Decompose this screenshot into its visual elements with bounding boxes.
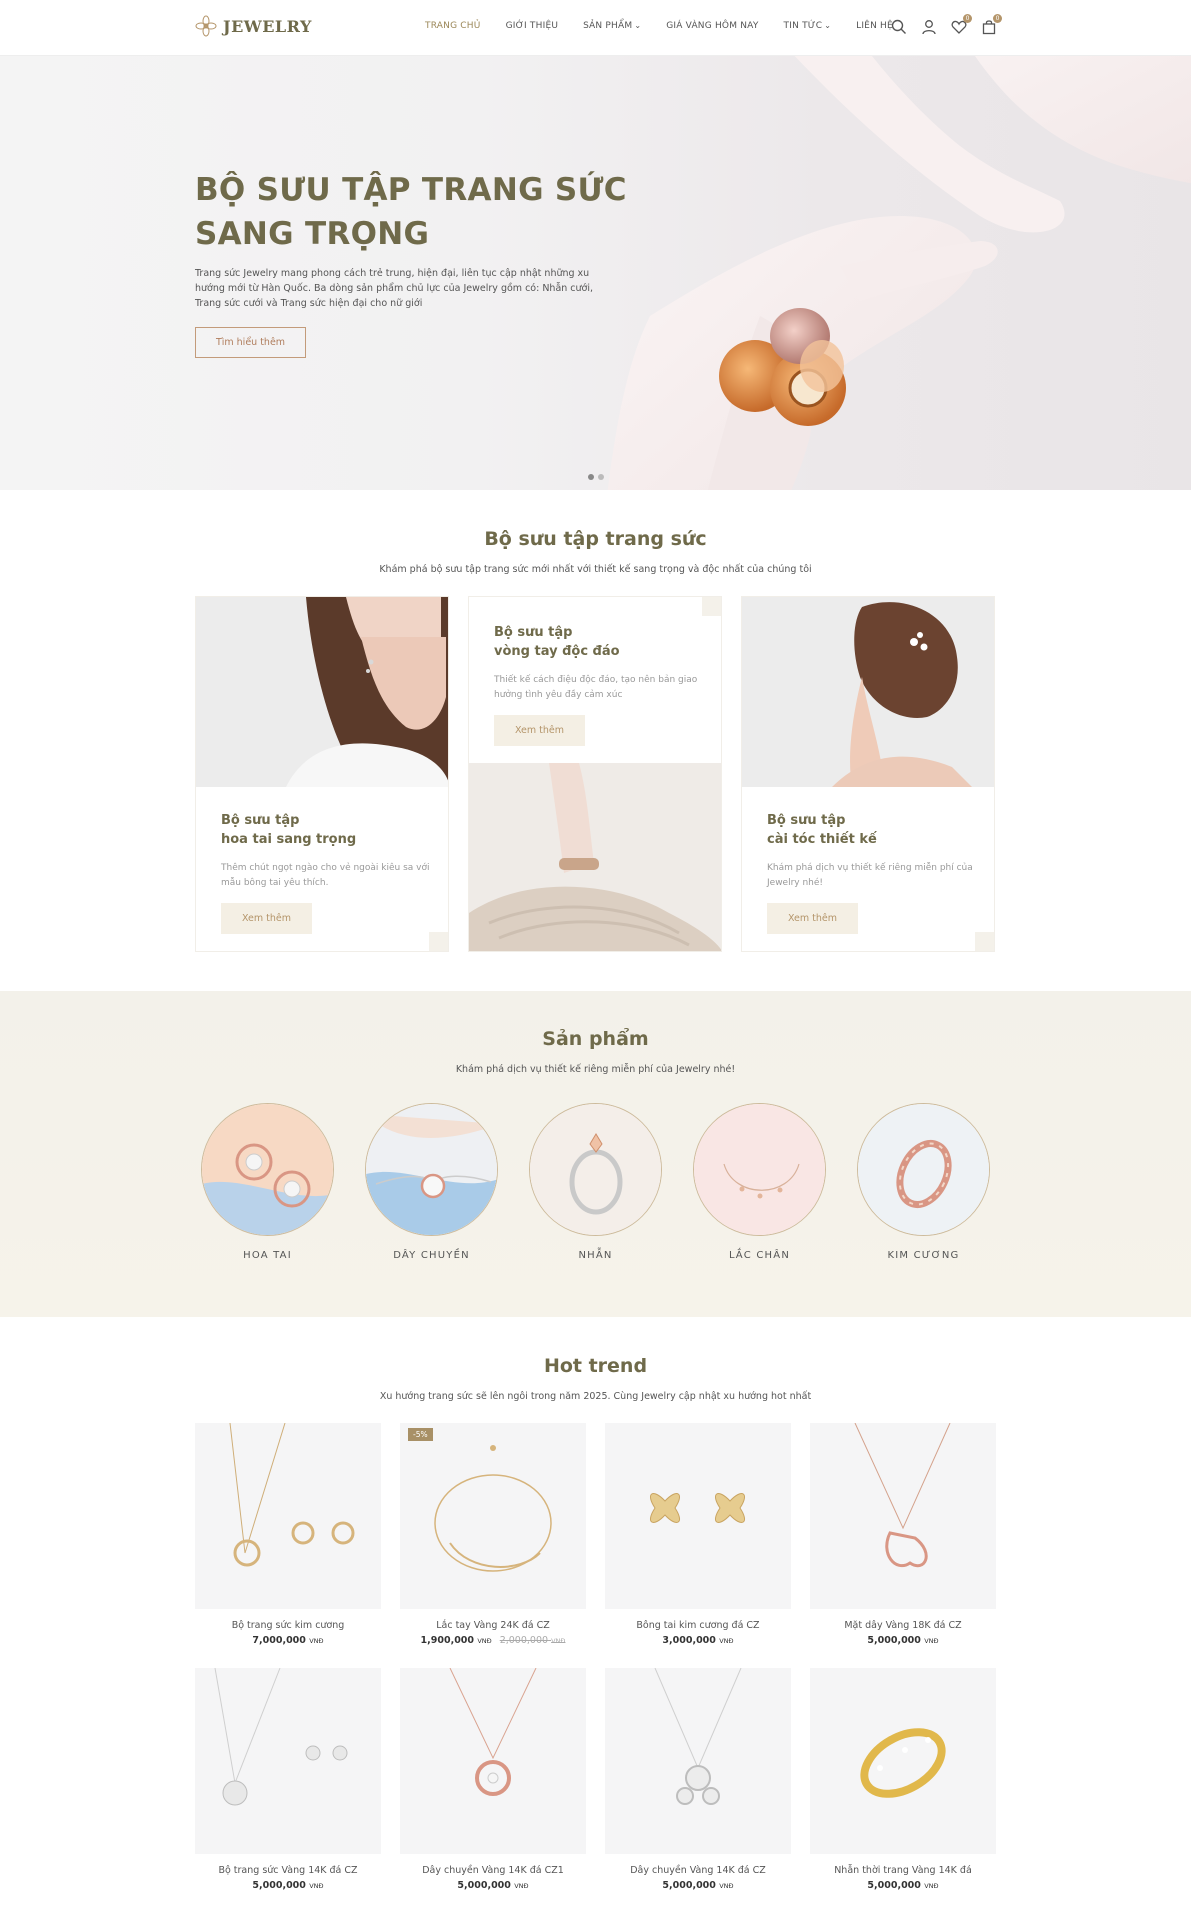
products-subtitle: Khám phá dịch vụ thiết kế riêng miễn phí… — [455, 1064, 736, 1075]
card-content: Bộ sưu tập vòng tay độc đáo Thiết kế cách… — [494, 623, 704, 746]
bracelet-model-image — [469, 763, 721, 951]
category-rings[interactable]: NHẪN — [529, 1103, 662, 1261]
diamonds-thumbnail — [857, 1103, 990, 1236]
logo-text: JEWELRY — [223, 16, 312, 36]
collection-subtitle: Khám phá bộ sưu tập trang sức mới nhất v… — [379, 564, 812, 575]
main-nav: TRANG CHỦ GIỚI THIỆU SẢN PHẨM ⌄ GIÁ VÀNG … — [425, 21, 918, 31]
category-necklaces[interactable]: DÂY CHUYỀN — [365, 1103, 498, 1261]
sale-badge: -5% — [408, 1428, 433, 1441]
product-image — [195, 1423, 381, 1609]
nav-news[interactable]: TIN TỨC ⌄ — [784, 21, 832, 31]
user-icon[interactable] — [920, 18, 938, 36]
hot-trend-subtitle: Xu hướng trang sức sẽ lên ngôi trong năm… — [379, 1391, 812, 1402]
corner-decor — [702, 597, 721, 616]
corner-decor — [429, 932, 448, 951]
cart-bag-icon[interactable]: 0 — [980, 14, 1002, 36]
earrings-thumbnail — [201, 1103, 334, 1236]
woman-hairpin-photo — [742, 597, 994, 787]
cart-count-badge: 0 — [993, 14, 1002, 23]
category-diamonds[interactable]: KIM CƯƠNG — [857, 1103, 990, 1261]
hot-trend-title: Hot trend — [543, 1355, 648, 1377]
product-card[interactable]: Bộ trang sức kim cương 7,000,000 VNĐ — [195, 1423, 381, 1646]
hand-with-rings-image — [607, 56, 1191, 490]
product-image — [810, 1423, 996, 1609]
logo[interactable]: JEWELRY — [195, 15, 312, 37]
slider-dot[interactable] — [588, 474, 594, 480]
product-card[interactable]: Dây chuyền Vàng 14K đá CZ1 5,000,000 VNĐ — [400, 1668, 586, 1891]
product-card[interactable]: Bông tai kim cương đá CZ 3,000,000 VNĐ — [605, 1423, 791, 1646]
category-earrings[interactable]: HOA TAI — [201, 1103, 334, 1261]
earring-model-image — [196, 597, 448, 787]
wishlist-heart-icon[interactable]: 0 — [950, 14, 972, 36]
necklaces-thumbnail — [365, 1103, 498, 1236]
slider-dot[interactable] — [598, 474, 604, 480]
product-card[interactable]: Bộ trang sức Vàng 14K đá CZ 5,000,000 VN… — [195, 1668, 381, 1891]
hand-bracelet-photo — [469, 763, 721, 951]
hero-banner: BỘ SƯU TẬP TRANG SỨC SANG TRỌNG Trang sứ… — [0, 56, 1191, 490]
see-more-button[interactable]: Xem thêm — [494, 715, 585, 746]
card-content: Bộ sưu tập hoa tai sang trọng Thêm chút n… — [221, 811, 431, 934]
chevron-down-icon: ⌄ — [634, 21, 642, 30]
see-more-button[interactable]: Xem thêm — [767, 903, 858, 934]
nav-about[interactable]: GIỚI THIỆU — [506, 21, 559, 31]
rings-thumbnail — [529, 1103, 662, 1236]
site-header: JEWELRY TRANG CHỦ GIỚI THIỆU SẢN PHẨM ⌄ G… — [0, 0, 1191, 56]
wishlist-count-badge: 0 — [963, 14, 972, 23]
collection-card-earrings: Bộ sưu tập hoa tai sang trọng Thêm chút n… — [195, 596, 449, 952]
products-title: Sản phẩm — [542, 1028, 649, 1050]
nav-products[interactable]: SẢN PHẨM ⌄ — [583, 21, 641, 31]
woman-earring-photo — [196, 597, 448, 787]
hairpin-model-image — [742, 597, 994, 787]
learn-more-button[interactable]: Tìm hiểu thêm — [195, 327, 306, 358]
product-image: -5% — [400, 1423, 586, 1609]
product-image — [605, 1668, 791, 1854]
product-image — [810, 1668, 996, 1854]
category-anklets[interactable]: LẮC CHÂN — [693, 1103, 826, 1261]
corner-decor — [975, 932, 994, 951]
anklets-thumbnail — [693, 1103, 826, 1236]
nav-home[interactable]: TRANG CHỦ — [425, 21, 481, 31]
hero-description: Trang sức Jewelry mang phong cách trẻ tr… — [195, 268, 594, 309]
card-content: Bộ sưu tập cài tóc thiết kế Khám phá dịch… — [767, 811, 977, 934]
collection-title: Bộ sưu tập trang sức — [484, 528, 707, 550]
hero-title: BỘ SƯU TẬP TRANG SỨC SANG TRỌNG — [195, 172, 627, 252]
product-card[interactable]: Nhẫn thời trang Vàng 14K đá 5,000,000 VN… — [810, 1668, 996, 1891]
product-image — [400, 1668, 586, 1854]
product-image — [605, 1423, 791, 1609]
flower-logo-icon — [195, 15, 217, 37]
nav-gold-price[interactable]: GIÁ VÀNG HÔM NAY — [666, 21, 758, 31]
collection-card-bracelets: Bộ sưu tập vòng tay độc đáo Thiết kế cách… — [468, 596, 722, 952]
collection-card-hairpins: Bộ sưu tập cài tóc thiết kế Khám phá dịch… — [741, 596, 995, 952]
product-image — [195, 1668, 381, 1854]
search-icon[interactable] — [890, 18, 908, 36]
nav-contact[interactable]: LIÊN HỆ — [856, 21, 893, 31]
see-more-button[interactable]: Xem thêm — [221, 903, 312, 934]
product-card[interactable]: Dây chuyền Vàng 14K đá CZ 5,000,000 VNĐ — [605, 1668, 791, 1891]
header-actions: 0 0 — [890, 14, 1010, 36]
product-card[interactable]: -5% Lắc tay Vàng 24K đá CZ 1,900,000 VNĐ… — [400, 1423, 586, 1646]
slider-dots — [588, 474, 608, 480]
chevron-down-icon: ⌄ — [824, 21, 832, 30]
product-card[interactable]: Mặt dây Vàng 18K đá CZ 5,000,000 VNĐ — [810, 1423, 996, 1646]
